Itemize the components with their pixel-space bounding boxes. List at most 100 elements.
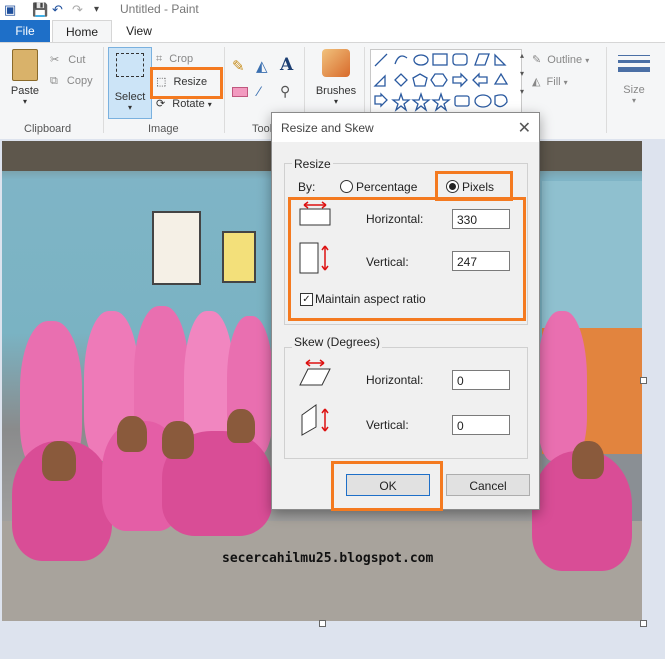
size-label: Size [623, 84, 645, 96]
outline-button[interactable]: ✎ Outline ▾ [532, 53, 589, 66]
crop-label: Crop [169, 53, 194, 65]
cut-button[interactable]: ✂ Cut [50, 53, 85, 66]
fill-bucket-icon[interactable]: ◭ [256, 57, 268, 75]
fill-button[interactable]: ◭ Fill ▾ [532, 75, 568, 88]
canvas-resize-handle-corner[interactable] [640, 620, 647, 627]
copy-button[interactable]: ⧉ Copy [50, 75, 93, 88]
percentage-label[interactable]: Percentage [356, 180, 417, 194]
color-picker-icon[interactable]: ⁄ [258, 83, 260, 99]
clipboard-group-label: Clipboard [24, 123, 72, 135]
select-button[interactable]: Select ▾ [108, 47, 152, 119]
chevron-down-icon: ▾ [22, 97, 27, 106]
vertical-resize-icon [299, 242, 329, 274]
chevron-down-icon: ▾ [207, 100, 212, 109]
undo-icon[interactable]: ↶ [52, 2, 63, 18]
dialog-title: Resize and Skew [281, 121, 374, 135]
maintain-aspect-checkbox[interactable]: ✓ [300, 293, 313, 306]
select-rectangle-icon [116, 53, 144, 77]
crop-icon: ⌗ [156, 53, 163, 65]
wall-poster [152, 211, 201, 285]
outline-icon: ✎ [532, 54, 542, 66]
chevron-down-icon: ▾ [631, 96, 636, 105]
brush-icon [322, 49, 350, 77]
cancel-button[interactable]: Cancel [446, 474, 530, 496]
line-size-icon [616, 55, 652, 72]
canvas-resize-handle-bottom[interactable] [319, 620, 326, 627]
paste-label: Paste [10, 85, 40, 97]
resize-legend: Resize [292, 157, 333, 171]
copy-label: Copy [66, 75, 93, 87]
chevron-down-icon: ▾ [563, 78, 568, 87]
select-label: Select [114, 91, 146, 103]
dialog-title-bar: Resize and Skew ✕ [272, 113, 539, 142]
resize-skew-dialog: Resize and Skew ✕ Resize By: Percentage … [271, 112, 540, 511]
text-tool-icon[interactable]: A [280, 55, 293, 75]
skew-horizontal-input[interactable]: 0 [452, 370, 510, 390]
by-label: By: [298, 180, 316, 194]
quick-access-dropdown-icon[interactable]: ▾ [94, 4, 99, 15]
watermark-text: secercahilmu25.blogspot.com [222, 551, 434, 566]
copy-icon: ⧉ [50, 75, 58, 87]
shapes-scroll-icon[interactable]: ▴ ▾ ▾ [520, 47, 526, 101]
skew-vertical-label: Vertical: [366, 418, 409, 432]
ribbon-divider [103, 47, 104, 133]
rotate-icon: ⟳ [156, 98, 166, 110]
crop-button[interactable]: ⌗ Crop [156, 53, 193, 66]
outline-label: Outline [547, 54, 583, 66]
tab-view[interactable]: View [112, 20, 166, 42]
size-button[interactable]: Size ▾ [616, 51, 652, 105]
magnifier-icon[interactable]: ⚲ [280, 83, 290, 100]
canvas-resize-handle-right[interactable] [640, 377, 647, 384]
rotate-button[interactable]: ⟳ Rotate ▾ [156, 97, 212, 110]
child-face [117, 416, 147, 452]
paint-app-icon: ▣ [4, 2, 17, 17]
scissors-icon: ✂ [50, 54, 60, 66]
chevron-down-icon: ▾ [585, 56, 590, 65]
child-face [42, 441, 76, 481]
shapes-gallery[interactable] [370, 49, 522, 115]
horizontal-resize-icon [299, 201, 331, 226]
ribbon-tabs: File Home View [0, 20, 665, 43]
skew-legend: Skew (Degrees) [292, 335, 383, 349]
paste-button[interactable]: Paste ▾ [8, 49, 42, 106]
pixels-label[interactable]: Pixels [462, 180, 494, 194]
vertical-skew-icon [301, 404, 329, 436]
window-title: Untitled - Paint [120, 2, 199, 16]
chevron-down-icon: ▾ [333, 97, 338, 106]
child-face [162, 421, 194, 459]
resize-icon: ⬚ [156, 76, 167, 88]
image-group-label: Image [148, 123, 179, 135]
child-face [227, 409, 255, 443]
close-icon[interactable]: ✕ [518, 118, 531, 138]
resize-button[interactable]: ⬚ Resize [156, 75, 207, 88]
rotate-label: Rotate [172, 98, 205, 110]
wall-poster [222, 231, 256, 283]
skew-vertical-input[interactable]: 0 [452, 415, 510, 435]
horizontal-skew-icon [299, 359, 331, 386]
cut-label: Cut [68, 54, 86, 66]
tab-file[interactable]: File [0, 20, 50, 42]
vertical-resize-input[interactable]: 247 [452, 251, 510, 271]
brushes-button[interactable]: Brushes ▾ [312, 49, 360, 106]
horizontal-label: Horizontal: [366, 212, 424, 226]
save-icon[interactable]: 💾 [32, 2, 48, 18]
maintain-aspect-label[interactable]: Maintain aspect ratio [315, 292, 426, 306]
eraser-icon[interactable] [232, 87, 248, 97]
fill-label: Fill [546, 76, 561, 88]
redo-icon[interactable]: ↷ [72, 2, 83, 18]
ok-button[interactable]: OK [346, 474, 430, 496]
ribbon-divider [224, 47, 225, 133]
percentage-radio[interactable] [340, 180, 353, 193]
pencil-icon[interactable]: ✎ [232, 57, 245, 75]
horizontal-resize-input[interactable]: 330 [452, 209, 510, 229]
vertical-label: Vertical: [366, 255, 409, 269]
child-figure [537, 311, 587, 461]
ribbon-divider [606, 47, 607, 133]
chevron-down-icon: ▾ [127, 103, 132, 112]
pixels-radio[interactable] [446, 180, 459, 193]
skew-horizontal-label: Horizontal: [366, 373, 424, 387]
brushes-label: Brushes [315, 85, 357, 97]
tab-home[interactable]: Home [52, 20, 112, 43]
clipboard-icon [12, 49, 38, 81]
child-face [572, 441, 604, 479]
